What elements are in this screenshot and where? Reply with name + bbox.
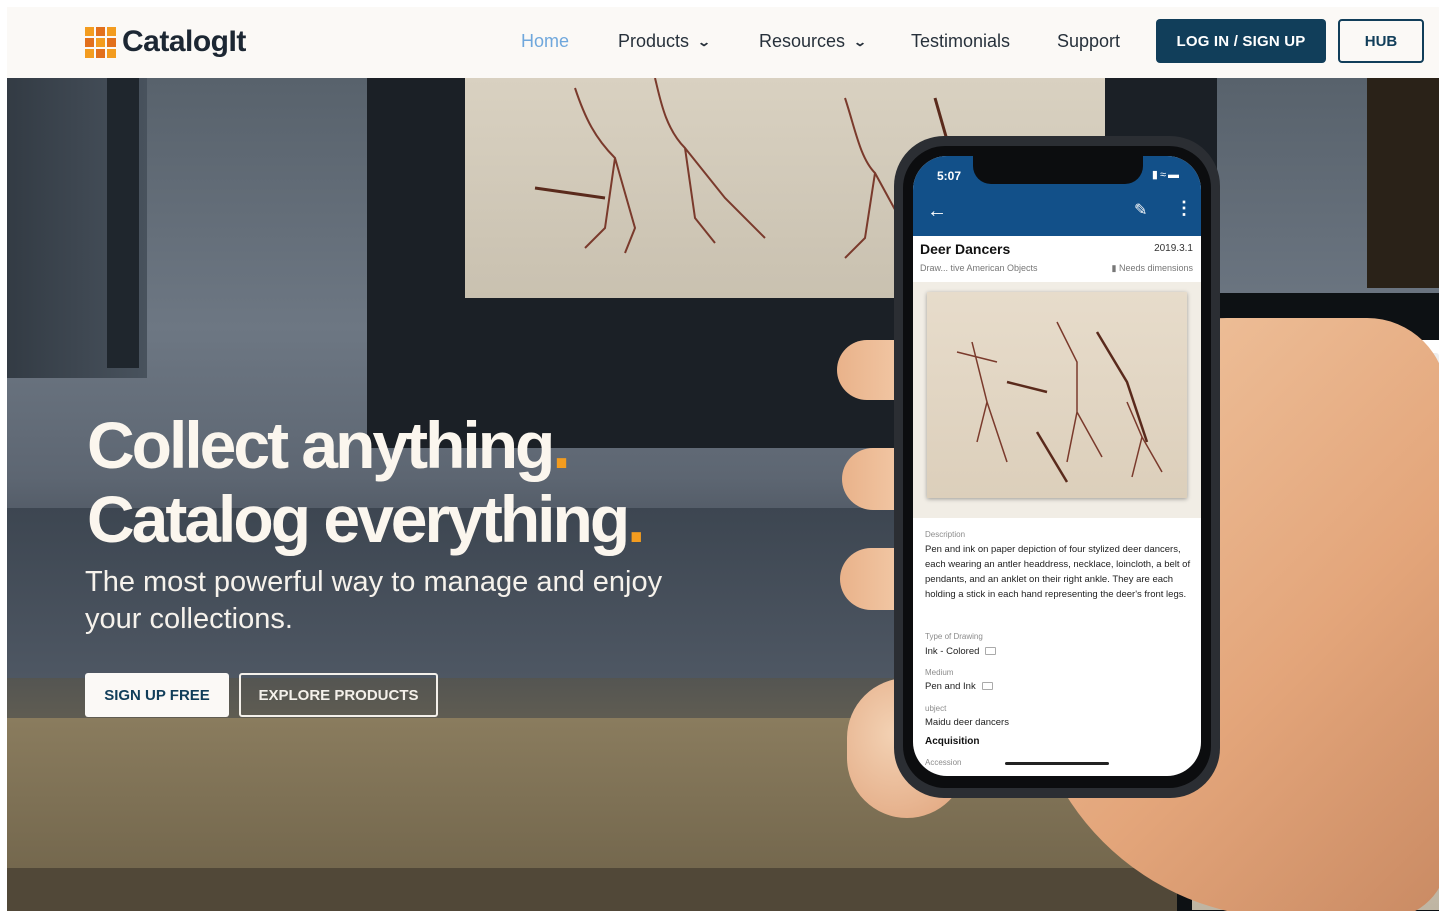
nav-support[interactable]: Support (1057, 31, 1120, 52)
status-time: 5:07 (937, 169, 962, 183)
nav-resources[interactable]: Resources ⌄ (759, 31, 868, 52)
headline-line1: Collect anything (87, 408, 555, 482)
subject-value: Maidu deer dancers (925, 717, 1009, 728)
hub-button[interactable]: HUB (1338, 19, 1424, 63)
login-signup-button[interactable]: LOG IN / SIGN UP (1156, 19, 1326, 63)
record-breadcrumb[interactable]: Draw... tive American Objects (920, 263, 1038, 273)
medium-value: Pen and Ink (925, 679, 1193, 694)
phone-notch (973, 156, 1143, 184)
acquisition-heading: Acquisition (925, 736, 980, 747)
accession-label: Accession (925, 758, 962, 767)
sign-up-free-button[interactable]: SIGN UP FREE (85, 673, 229, 717)
type-of-drawing-value: Ink - Colored (925, 644, 1193, 659)
edit-pencil-icon[interactable]: ✎ (1134, 200, 1147, 220)
tag-icon[interactable] (981, 682, 993, 691)
medium-label: Medium (925, 668, 954, 677)
medium-text: Pen and Ink (925, 681, 976, 692)
subject-label: ubject (925, 704, 947, 713)
nav-home[interactable]: Home (521, 31, 569, 52)
top-navbar: CatalogIt Home Products ⌄ Resources ⌄ Te… (7, 7, 1439, 78)
needs-dimensions-label: Needs dimensions (1118, 263, 1193, 273)
headline-dot: . (627, 482, 645, 556)
hero-section: ◐ Collect anything. Catalog everything. … (7, 78, 1439, 911)
record-image-area (913, 282, 1201, 518)
nav-products-label: Products (618, 31, 690, 51)
more-vertical-icon[interactable]: ⋮ (1175, 198, 1193, 219)
chevron-down-icon: ⌄ (697, 34, 712, 49)
headline-dot: . (552, 408, 570, 482)
nav-support-label: Support (1057, 31, 1121, 51)
headline-line2: Catalog everything (87, 482, 630, 556)
chevron-down-icon: ⌄ (853, 34, 868, 49)
back-arrow-icon[interactable]: ← (927, 200, 947, 223)
hero-headline: Collect anything. Catalog everything. (87, 408, 847, 556)
status-signal-wifi-battery-icon: ▮≈▬ (1151, 169, 1181, 181)
brand-name: CatalogIt (122, 25, 246, 58)
explore-products-button[interactable]: EXPLORE PRODUCTS (239, 673, 438, 717)
description-label: Description (925, 530, 966, 539)
hero-subtitle: The most powerful way to manage and enjo… (85, 566, 663, 635)
record-number: 2019.3.1 (1154, 243, 1193, 254)
description-value: Pen and ink on paper depiction of four s… (925, 544, 1191, 600)
type-of-drawing-label: Type of Drawing (925, 632, 983, 641)
deer-dancers-thumbnail (956, 321, 1163, 483)
tag-icon[interactable] (985, 647, 997, 656)
brand-logo[interactable]: CatalogIt (85, 25, 246, 59)
home-indicator (1005, 762, 1109, 765)
nav-resources-label: Resources (759, 31, 846, 51)
hero-bg-frame-right (1367, 78, 1439, 288)
record-image[interactable] (927, 292, 1187, 498)
nav-home-label: Home (521, 31, 570, 51)
flag-icon: ▮ (1111, 263, 1117, 273)
phone-screen: 5:07 ▮≈▬ ← ✎ ⋮ Deer Dancers 2019.3.1 Dra… (913, 156, 1201, 776)
hero-bg-frame-left (107, 78, 139, 368)
nav-testimonials-label: Testimonials (911, 31, 1011, 51)
nav-products[interactable]: Products ⌄ (618, 31, 712, 52)
catalogit-grid-icon (85, 26, 116, 58)
record-title: Deer Dancers (920, 241, 1011, 257)
nav-testimonials[interactable]: Testimonials (911, 31, 1010, 52)
type-of-drawing-text: Ink - Colored (925, 646, 980, 657)
needs-dimensions-badge: ▮ Needs dimensions (1111, 263, 1193, 274)
